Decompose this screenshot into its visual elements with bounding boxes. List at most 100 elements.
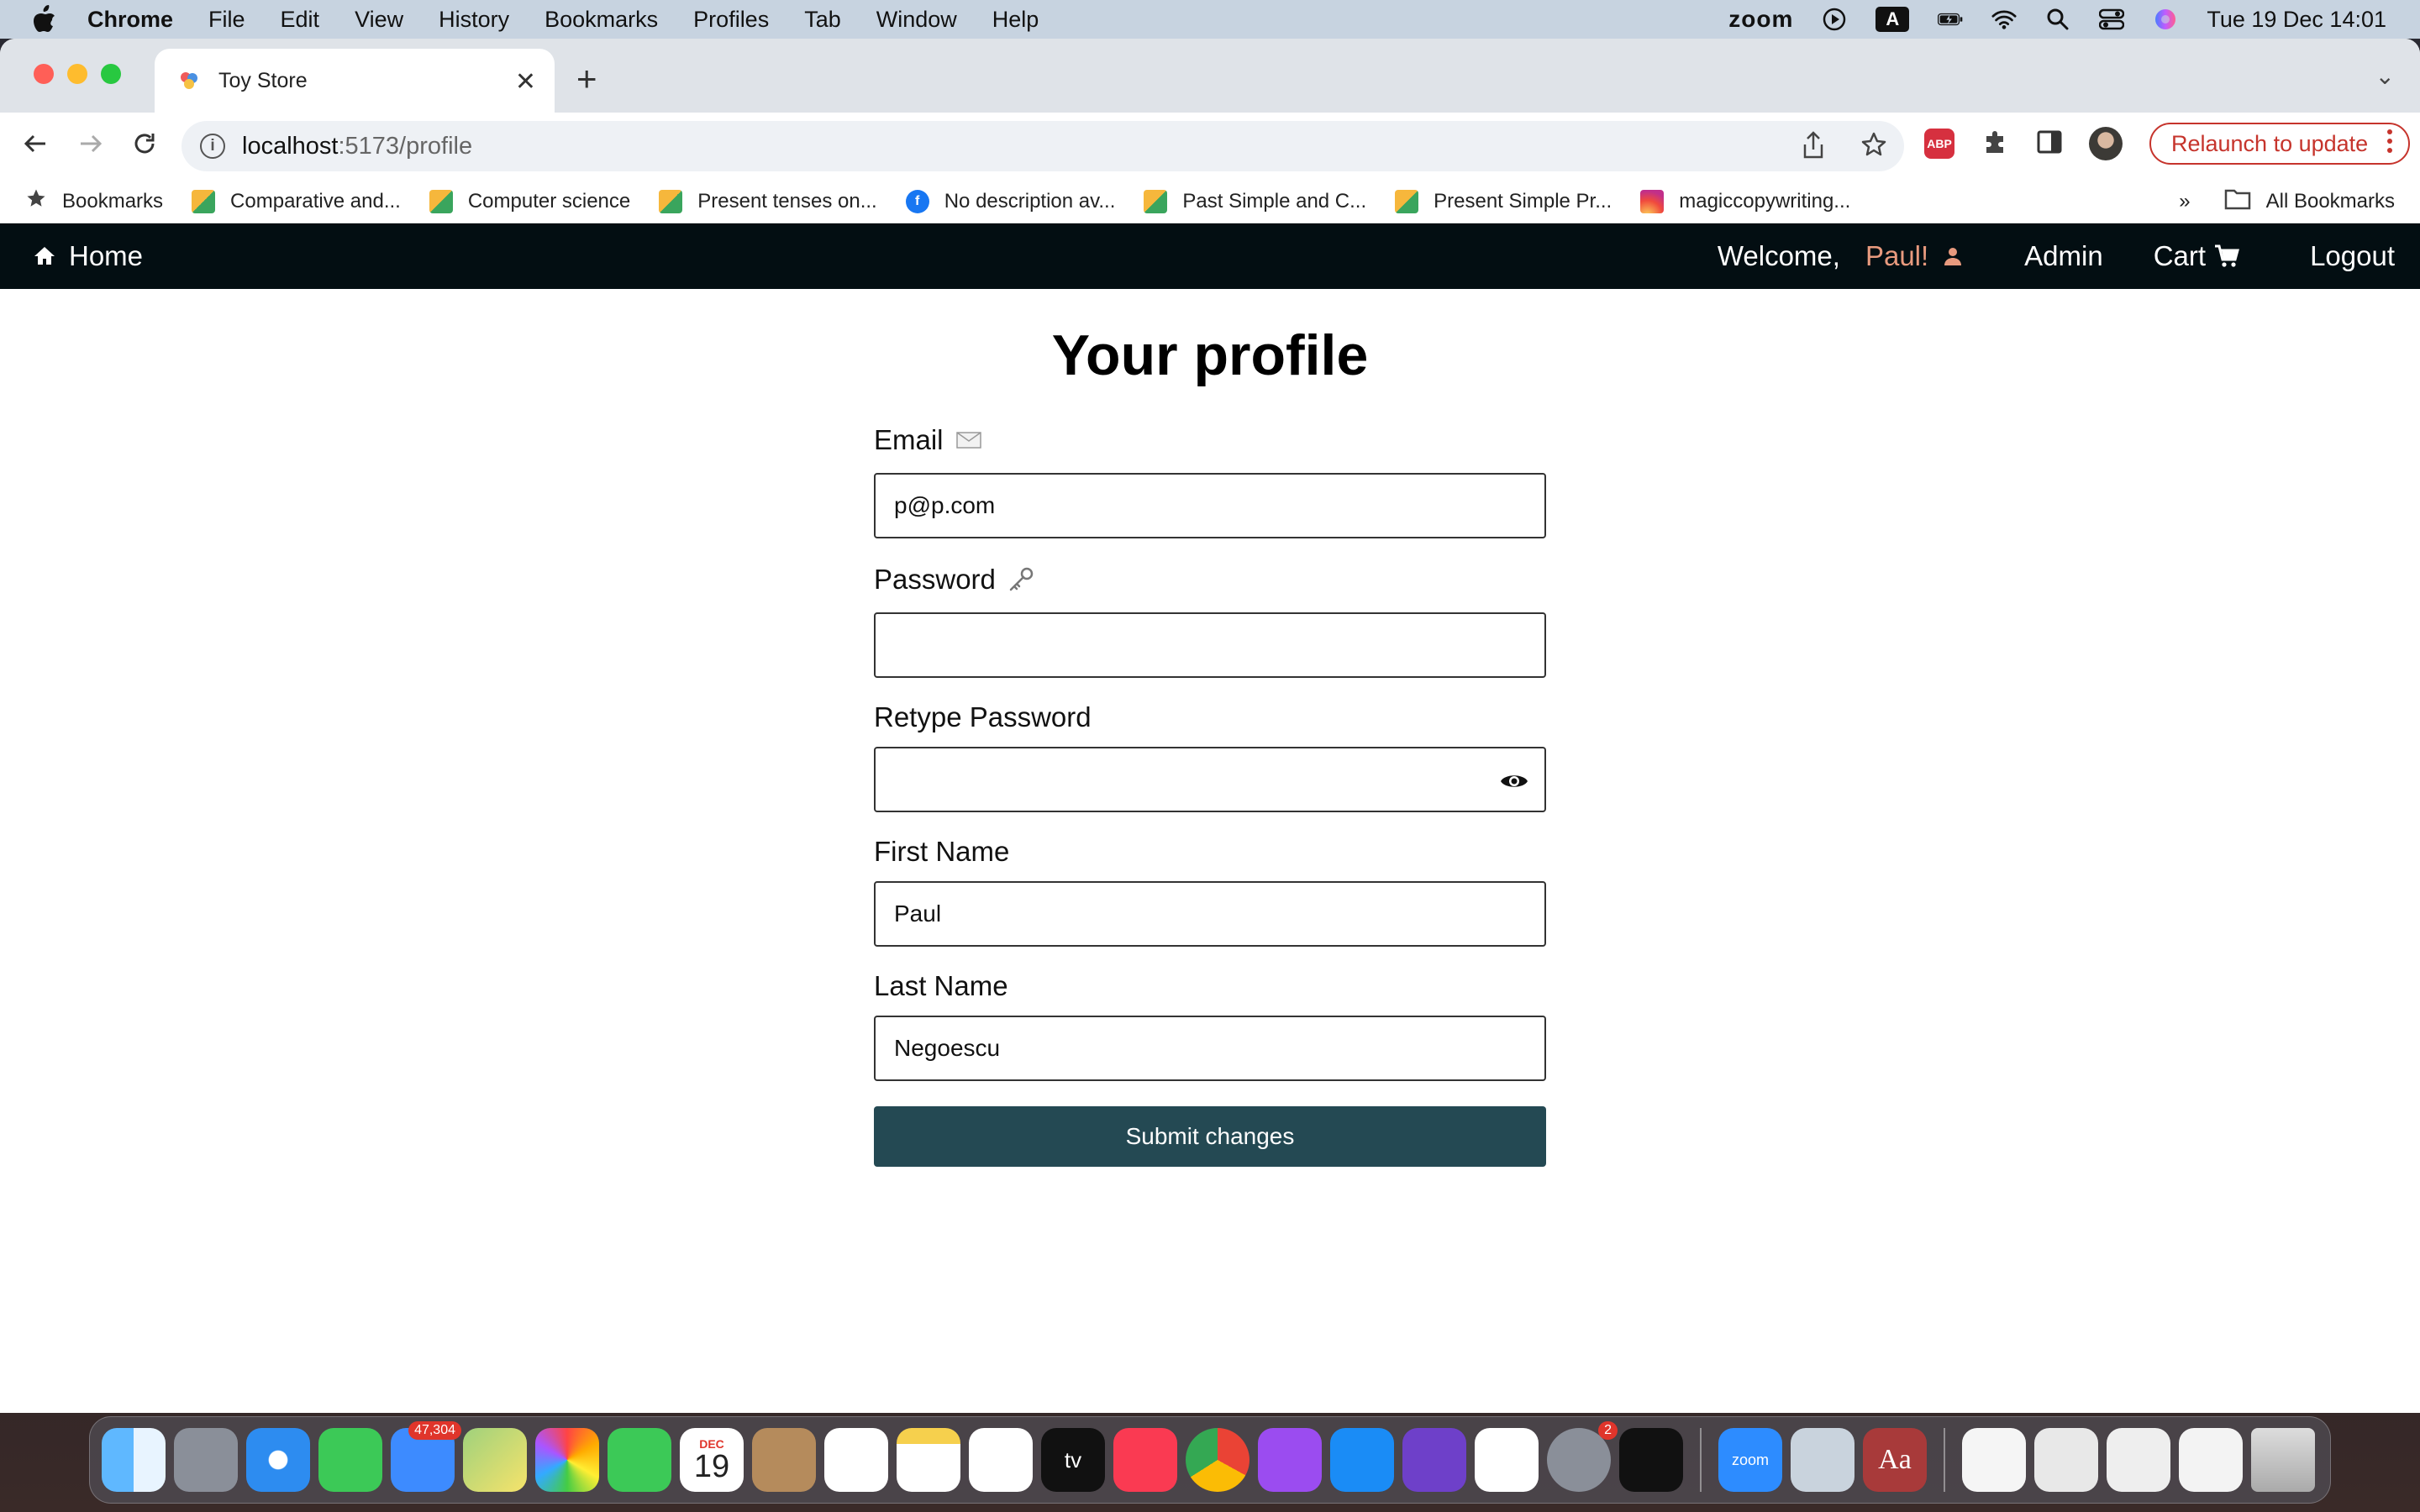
tab-title: Toy Store (218, 68, 308, 92)
github-desktop-icon[interactable] (1402, 1428, 1466, 1492)
first-name-field[interactable]: Paul (874, 881, 1546, 947)
bookmark-computer-science[interactable]: Computer science (429, 189, 630, 213)
relaunch-to-update-button[interactable]: Relaunch to update (2149, 123, 2411, 165)
side-panel-icon[interactable] (2037, 129, 2062, 159)
eye-icon[interactable] (1499, 767, 1529, 795)
nav-home-link[interactable]: Home (34, 223, 143, 289)
freeform-icon[interactable] (969, 1428, 1033, 1492)
forward-arrow-icon[interactable] (77, 129, 104, 165)
bookmark-magiccopywriting[interactable]: magiccopywriting... (1640, 189, 1850, 213)
podcasts-icon[interactable] (1258, 1428, 1322, 1492)
menu-profiles[interactable]: Profiles (693, 7, 769, 33)
last-name-label-row: Last Name (874, 965, 1546, 1007)
bookmark-past-simple[interactable]: Past Simple and C... (1144, 189, 1366, 213)
new-tab-icon[interactable]: + (576, 59, 597, 99)
email-field[interactable]: p@p.com (874, 473, 1546, 538)
finder-icon[interactable] (102, 1428, 166, 1492)
nav-cart-link[interactable]: Cart (2154, 240, 2240, 272)
photos-icon[interactable] (535, 1428, 599, 1492)
safari-icon[interactable] (246, 1428, 310, 1492)
window-thumbnail-icon[interactable] (2107, 1428, 2170, 1492)
menu-tab[interactable]: Tab (804, 7, 841, 33)
user-name: Paul! (1865, 240, 1929, 271)
reload-icon[interactable] (131, 129, 158, 165)
nav-logout-link[interactable]: Logout (2310, 240, 2395, 272)
close-tab-icon[interactable]: ✕ (515, 67, 536, 97)
facetime-icon[interactable] (608, 1428, 671, 1492)
site-info-icon[interactable]: i (200, 134, 225, 159)
menubar-clock[interactable]: Tue 19 Dec 14:01 (2207, 7, 2386, 33)
dictionary-icon[interactable]: Aa (1863, 1428, 1927, 1492)
share-icon[interactable] (1802, 131, 1825, 166)
bookmarks-overflow-chevron-icon[interactable]: » (2179, 190, 2190, 213)
preview-icon[interactable] (1791, 1428, 1854, 1492)
nav-admin-link[interactable]: Admin (2024, 240, 2103, 272)
zoom-app-icon[interactable]: zoom (1718, 1428, 1782, 1492)
siri-icon[interactable] (2153, 7, 2178, 32)
last-name-field[interactable]: Negoescu (874, 1016, 1546, 1081)
vscode-icon[interactable] (1475, 1428, 1539, 1492)
apple-tv-icon[interactable]: tv (1041, 1428, 1105, 1492)
battery-icon[interactable] (1938, 7, 1963, 32)
menu-help[interactable]: Help (992, 7, 1039, 33)
zoom-window-button[interactable] (101, 64, 121, 84)
more-menu-icon[interactable] (2386, 129, 2393, 160)
calendar-icon[interactable]: DEC 19 (680, 1428, 744, 1492)
menu-history[interactable]: History (439, 7, 509, 33)
system-settings-icon[interactable]: 2 (1547, 1421, 1618, 1492)
maps-icon[interactable] (463, 1428, 527, 1492)
launchpad-icon[interactable] (174, 1428, 238, 1492)
address-bar[interactable]: i localhost:5173/profile (182, 121, 1904, 171)
terminal-icon[interactable] (1619, 1428, 1683, 1492)
reminders-icon[interactable] (824, 1428, 888, 1492)
person-icon (1944, 248, 1962, 265)
bookmark-bookmarks[interactable]: Bookmarks (25, 187, 163, 215)
dock-separator (1944, 1428, 1945, 1492)
nav-user-link[interactable]: Paul! (1865, 240, 1962, 272)
all-bookmarks-button[interactable]: All Bookmarks (2224, 188, 2395, 216)
web-page: Home Welcome, Paul! Admin Cart Logout Yo… (0, 223, 2420, 1398)
submit-changes-button[interactable]: Submit changes (874, 1106, 1546, 1167)
bookmark-comparative[interactable]: Comparative and... (192, 189, 401, 213)
app-store-icon[interactable] (1330, 1428, 1394, 1492)
menu-view[interactable]: View (355, 7, 403, 33)
document-thumbnail-icon[interactable] (1962, 1428, 2026, 1492)
bookmark-present-tenses[interactable]: Present tenses on... (659, 189, 877, 213)
trash-icon[interactable] (2251, 1428, 2315, 1492)
bookmark-star-icon[interactable] (1860, 131, 1887, 166)
notes-icon[interactable] (897, 1428, 960, 1492)
zoom-status-item[interactable]: zoom (1728, 6, 1793, 33)
contacts-icon[interactable] (752, 1428, 816, 1492)
play-circle-icon[interactable] (1822, 7, 1847, 32)
messages-icon[interactable] (318, 1428, 382, 1492)
keyboard-input-icon[interactable]: A (1876, 7, 1910, 32)
chrome-icon[interactable] (1186, 1428, 1249, 1492)
window-thumbnail-icon[interactable] (2034, 1428, 2098, 1492)
retype-password-field[interactable] (874, 747, 1546, 812)
extensions-puzzle-icon[interactable] (1981, 128, 2010, 160)
profile-avatar[interactable] (2089, 127, 2123, 160)
adblock-plus-icon[interactable]: ABP (1924, 129, 1954, 159)
close-window-button[interactable] (34, 64, 54, 84)
music-icon[interactable] (1113, 1428, 1177, 1492)
wifi-icon[interactable] (1991, 7, 2017, 32)
bookmark-no-description[interactable]: f No description av... (905, 189, 1115, 213)
toy-store-favicon-icon (181, 72, 197, 89)
spotlight-search-icon[interactable] (2045, 7, 2070, 32)
back-arrow-icon[interactable] (22, 129, 49, 165)
bookmark-present-simple[interactable]: Present Simple Pr... (1395, 189, 1612, 213)
tab-search-chevron-icon[interactable]: ⌄ (2375, 62, 2395, 90)
apple-icon[interactable] (32, 5, 66, 34)
menu-window[interactable]: Window (876, 7, 957, 33)
menu-edit[interactable]: Edit (281, 7, 320, 33)
control-center-icon[interactable] (2099, 7, 2125, 32)
menu-file[interactable]: File (208, 7, 245, 33)
tab-toy-store[interactable]: Toy Store ✕ (155, 49, 555, 113)
bookmark-label: Present Simple Pr... (1434, 189, 1612, 213)
password-field[interactable] (874, 612, 1546, 678)
menu-app-name[interactable]: Chrome (87, 7, 173, 33)
minimize-window-button[interactable] (67, 64, 87, 84)
menu-bookmarks[interactable]: Bookmarks (544, 7, 658, 33)
window-thumbnail-icon[interactable] (2179, 1428, 2243, 1492)
mail-icon[interactable]: 47,304 (391, 1421, 461, 1492)
